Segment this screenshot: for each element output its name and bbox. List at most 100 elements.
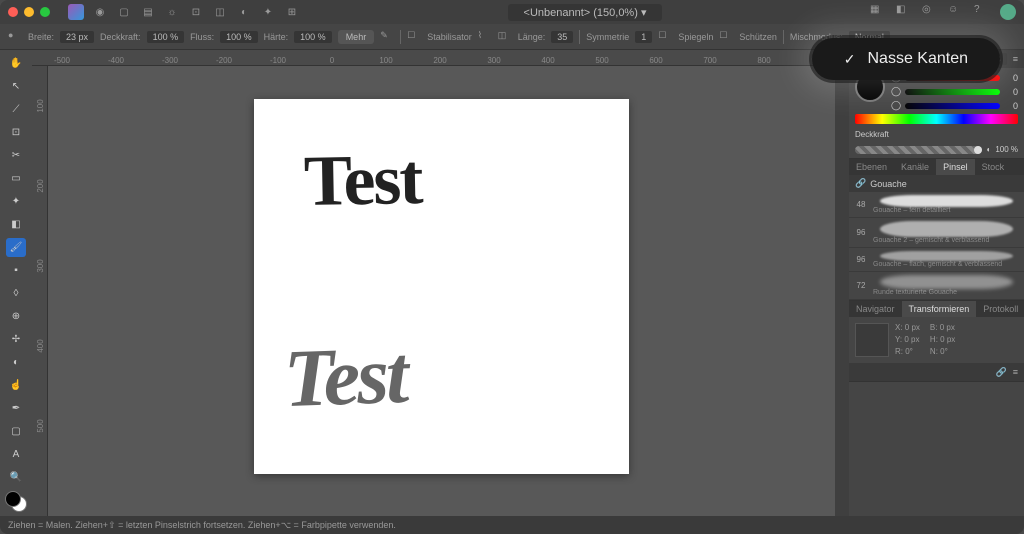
text-tool[interactable]: A — [6, 445, 26, 464]
mirror-toggle-icon[interactable]: ☐ — [658, 30, 672, 44]
canvas[interactable]: Test Test — [254, 99, 629, 474]
account-icon[interactable]: ☺ — [948, 4, 964, 20]
crop-icon[interactable]: ⊡ — [188, 4, 204, 20]
dodge-tool[interactable]: ◐ — [6, 353, 26, 372]
maximize-window-icon[interactable] — [40, 7, 50, 17]
noise-icon[interactable]: ◐ — [986, 145, 991, 154]
green-value[interactable]: 0 — [1004, 87, 1018, 97]
pressure-icon[interactable]: ✎ — [380, 30, 394, 44]
gradient-tool[interactable]: ◧ — [6, 215, 26, 234]
color-spectrum[interactable] — [855, 114, 1018, 124]
help-icon[interactable]: ? — [974, 4, 990, 20]
brush-item[interactable]: 48 Gouache – fein detailliert — [849, 192, 1024, 218]
rope-icon[interactable]: ⌇ — [478, 30, 492, 44]
zoom-tool[interactable]: 🔍 — [6, 468, 26, 487]
select-icon[interactable]: ◫ — [212, 4, 228, 20]
window-mode-icon[interactable]: ◫ — [498, 30, 512, 44]
length-input[interactable]: 35 — [551, 31, 573, 43]
document-title-text: <Unbenannt> (150,0%) — [524, 7, 638, 19]
marquee-tool[interactable]: ▭ — [6, 169, 26, 188]
canvas-viewport[interactable]: Test Test — [48, 66, 835, 516]
crop-tool[interactable]: ⊡ — [6, 123, 26, 142]
r-value[interactable]: 0° — [905, 347, 913, 356]
protect-toggle-icon[interactable]: ☐ — [719, 30, 733, 44]
brush-item[interactable]: 96 Gouache – flach, gemischt & verblasse… — [849, 248, 1024, 272]
h-label: H: — [930, 335, 938, 344]
n-value[interactable]: 0° — [940, 347, 948, 356]
erase-tool[interactable]: ◊ — [6, 284, 26, 303]
brush-preview-icon[interactable]: ● — [8, 30, 22, 44]
tab-brushes[interactable]: Pinsel — [936, 159, 975, 175]
document-title-dropdown[interactable]: <Unbenannt> (150,0%) ▾ — [508, 4, 663, 21]
tab-history[interactable]: Protokoll — [976, 301, 1024, 317]
brush-item[interactable]: 72 Runde texturierte Gouache — [849, 272, 1024, 300]
canvas-row: 100200300400500 Test Test — [32, 66, 835, 516]
user-avatar[interactable] — [1000, 4, 1016, 20]
flood-select-tool[interactable]: ✦ — [6, 192, 26, 211]
red-value[interactable]: 0 — [1004, 73, 1018, 83]
persona-icon[interactable]: ◉ — [92, 4, 108, 20]
checkmark-icon: ✓ — [844, 51, 856, 68]
stabilizer-toggle-icon[interactable]: ☐ — [407, 30, 421, 44]
pen-tool[interactable]: ✒ — [6, 399, 26, 418]
smudge-tool[interactable]: ☝ — [6, 376, 26, 395]
align-icon[interactable]: ◧ — [896, 4, 912, 20]
green-slider[interactable] — [905, 89, 1000, 95]
brush-category-name: Gouache — [870, 179, 907, 189]
adjust-icon[interactable]: ☼ — [164, 4, 180, 20]
hand-tool[interactable]: ✋ — [6, 54, 26, 73]
r-label: R: — [895, 347, 903, 356]
layers-icon[interactable]: ▤ — [140, 4, 156, 20]
ruler-tick: 0 — [330, 56, 334, 65]
color-picker-tool[interactable]: ⟋ — [6, 100, 26, 119]
blue-value[interactable]: 0 — [1004, 101, 1018, 111]
opacity-slider[interactable] — [855, 146, 982, 154]
anchor-selector[interactable] — [855, 323, 889, 357]
brush-category[interactable]: 🔗 Gouache — [849, 175, 1024, 192]
ruler-tick: 100 — [36, 99, 45, 112]
hardness-input[interactable]: 100 % — [294, 31, 332, 43]
app-icon[interactable] — [68, 4, 84, 20]
snapping-icon[interactable]: ▦ — [870, 4, 886, 20]
flow-label: Fluss: — [190, 32, 214, 42]
mask-icon[interactable]: ◐ — [236, 4, 252, 20]
brush-item[interactable]: 96 Gouache 2 – gemischt & verblassend — [849, 218, 1024, 248]
color-swatches[interactable] — [5, 491, 27, 512]
panel-menu-icon[interactable]: ≡ — [1013, 367, 1018, 377]
shape-tool[interactable]: ▢ — [6, 422, 26, 441]
fx-icon[interactable]: ✦ — [260, 4, 276, 20]
opacity-value[interactable]: 100 % — [995, 145, 1018, 154]
tab-navigator[interactable]: Navigator — [849, 301, 902, 317]
y-value[interactable]: 0 px — [904, 335, 919, 344]
more-button[interactable]: Mehr — [338, 30, 375, 44]
close-window-icon[interactable] — [8, 7, 18, 17]
move-tool[interactable]: ↖ — [6, 77, 26, 96]
paint-brush-tool[interactable]: 🖌 — [6, 238, 26, 257]
link-dims-icon[interactable]: 🔗 — [996, 367, 1007, 378]
pixel-tool[interactable]: ▪ — [6, 261, 26, 280]
inpainting-tool[interactable]: ✢ — [6, 330, 26, 349]
file-icon[interactable]: ▢ — [116, 4, 132, 20]
width-input[interactable]: 23 px — [60, 31, 94, 43]
panel-menu-icon[interactable]: ≡ — [1013, 54, 1018, 64]
tab-channels[interactable]: Kanäle — [894, 159, 936, 175]
tab-stock[interactable]: Stock — [975, 159, 1012, 175]
blue-slider[interactable] — [905, 103, 1000, 109]
color-picker-body: ◯0 ◯0 ◯0 Deckkraft ◐ 100 % — [849, 68, 1024, 158]
minimize-window-icon[interactable] — [24, 7, 34, 17]
fg-color-swatch[interactable] — [5, 491, 21, 507]
w-value[interactable]: 0 px — [940, 323, 955, 332]
x-value[interactable]: 0 px — [905, 323, 920, 332]
wet-edges-option[interactable]: ✓ Nasse Kanten — [812, 38, 1000, 80]
flow-input[interactable]: 100 % — [220, 31, 258, 43]
opacity-input[interactable]: 100 % — [147, 31, 185, 43]
assistant-icon[interactable]: ◎ — [922, 4, 938, 20]
selection-brush-tool[interactable]: ✂ — [6, 146, 26, 165]
tab-layers[interactable]: Ebenen — [849, 159, 894, 175]
h-value[interactable]: 0 px — [940, 335, 955, 344]
clone-tool[interactable]: ⊕ — [6, 307, 26, 326]
symmetry-input[interactable]: 1 — [635, 31, 652, 43]
grid-icon[interactable]: ⊞ — [284, 4, 300, 20]
tab-transform[interactable]: Transformieren — [902, 301, 977, 317]
b-label: ◯ — [891, 100, 901, 111]
